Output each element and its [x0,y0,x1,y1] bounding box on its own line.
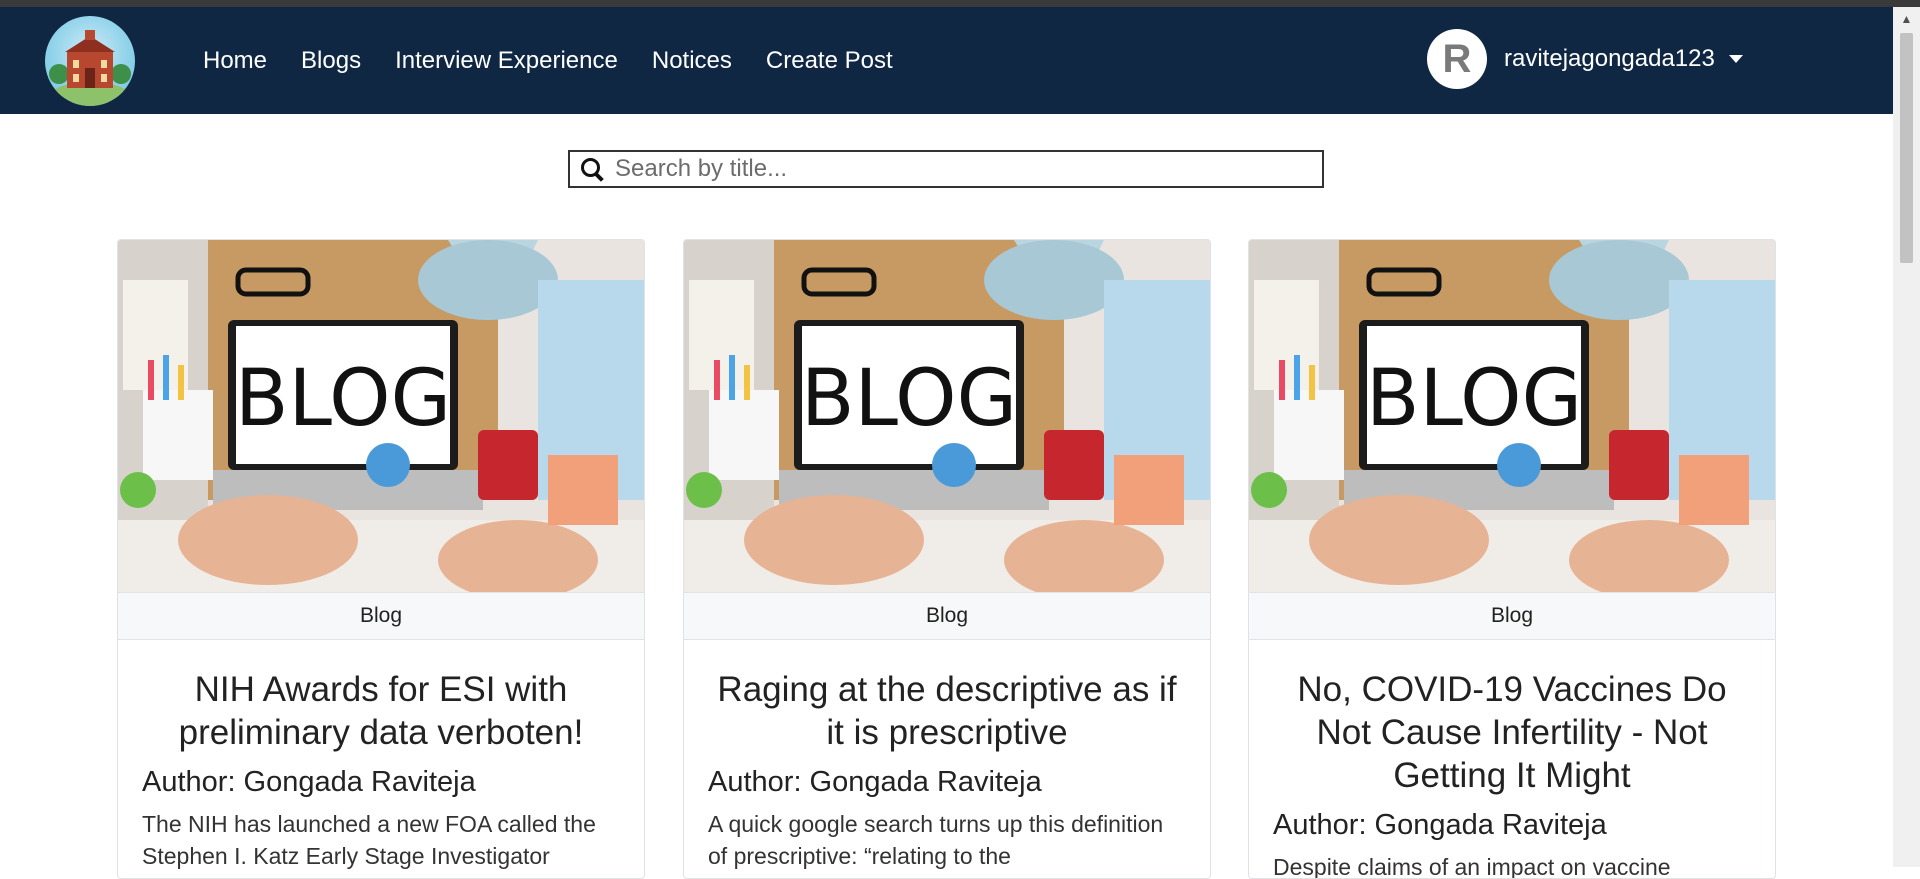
post-title[interactable]: Raging at the descriptive as if it is pr… [708,668,1186,754]
nav-home[interactable]: Home [203,47,267,75]
post-card[interactable]: BLOG Blog No, COVID-19 Vaccines Do Not C… [1248,239,1776,879]
site-logo[interactable] [45,16,135,106]
post-category: Blog [1249,592,1775,640]
post-title[interactable]: No, COVID-19 Vaccines Do Not Cause Infer… [1273,668,1751,797]
username: ravitejagongada123 [1504,45,1715,72]
post-excerpt: A quick google search turns up this defi… [708,811,1164,869]
logo-building-icon [49,30,131,106]
nav-blogs[interactable]: Blogs [301,47,361,75]
browser-top-strip [0,0,1920,7]
post-category: Blog [684,592,1210,640]
svg-text:BLOG: BLOG [235,354,451,444]
svg-text:BLOG: BLOG [801,354,1017,444]
post-card[interactable]: BLOG Blog Raging at the descriptive as i… [683,239,1211,879]
scrollbar-thumb[interactable] [1900,33,1913,263]
search-icon [579,156,605,182]
caret-down-icon [1728,55,1743,63]
search-box [568,150,1324,188]
scrollbar[interactable]: ▲ [1893,7,1920,867]
post-author: Author: Gongada Raviteja [1273,809,1607,841]
blog-image: BLOG [684,240,1210,592]
blog-image: BLOG [1249,240,1775,592]
post-title[interactable]: NIH Awards for ESI with preliminary data… [142,668,620,754]
nav-create-post[interactable]: Create Post [766,47,893,75]
post-author: Author: Gongada Raviteja [142,766,476,798]
post-card-body: NIH Awards for ESI with preliminary data… [142,668,620,872]
scroll-up-arrow-icon[interactable]: ▲ [1893,7,1920,31]
nav-links: Home Blogs Interview Experience Notices … [203,7,893,114]
post-card-body: No, COVID-19 Vaccines Do Not Cause Infer… [1273,668,1751,879]
post-category: Blog [118,592,644,640]
post-excerpt: Despite claims of an impact on vaccine [1273,854,1671,879]
user-menu[interactable]: R ravitejagongada123 [1427,29,1743,89]
post-author: Author: Gongada Raviteja [708,766,1042,798]
nav-notices[interactable]: Notices [652,47,732,75]
nav-interview-experience[interactable]: Interview Experience [395,47,618,75]
post-excerpt: The NIH has launched a new FOA called th… [142,811,596,869]
search-input[interactable] [613,154,1297,184]
navbar: Home Blogs Interview Experience Notices … [0,7,1893,114]
blog-image: BLOG [118,240,644,592]
post-card-body: Raging at the descriptive as if it is pr… [708,668,1186,872]
post-card[interactable]: BLOG Blog NIH Awards for ESI with prelim… [117,239,645,879]
avatar: R [1427,29,1487,89]
svg-text:BLOG: BLOG [1366,354,1582,444]
